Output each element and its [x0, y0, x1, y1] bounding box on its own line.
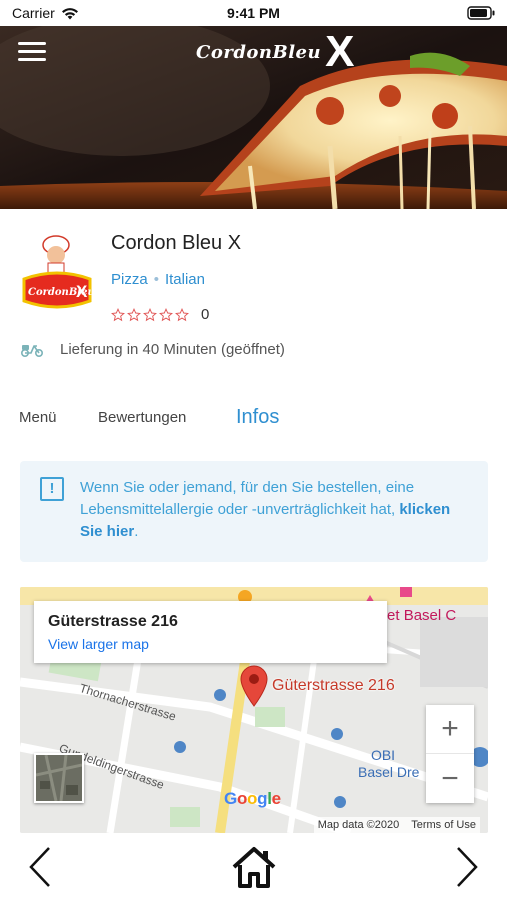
- poi-obi-label: OBI Basel Dre: [358, 747, 419, 781]
- satellite-thumbnail: [36, 755, 82, 801]
- scooter-icon: [20, 345, 44, 358]
- svg-text:X: X: [76, 282, 88, 301]
- zoom-in-button[interactable]: +: [426, 705, 474, 754]
- map-pin-label: Güterstrasse 216: [272, 677, 395, 694]
- map-info-card: Güterstrasse 216 View larger map: [34, 601, 387, 663]
- view-larger-map-link[interactable]: View larger map: [48, 636, 373, 652]
- rating-stars: [111, 307, 189, 322]
- terms-of-use-link[interactable]: Terms of Use: [411, 819, 476, 831]
- tab-reviews[interactable]: Bewertungen: [98, 409, 186, 426]
- allergy-suffix: .: [134, 523, 139, 540]
- star-icon: [111, 307, 125, 321]
- hero-banner: CordonBleu X: [0, 26, 507, 209]
- allergy-text: Wenn Sie oder jemand, für den Sie bestel…: [80, 479, 415, 518]
- home-icon: [232, 847, 275, 888]
- rating-count: 0: [201, 306, 210, 323]
- map-card-address: Güterstrasse 216: [48, 613, 178, 630]
- map-pin-icon[interactable]: [239, 665, 269, 707]
- star-icon: [143, 307, 157, 321]
- map-footer: Map data ©2020 Terms of Use: [313, 817, 480, 833]
- google-logo: Google: [224, 789, 281, 808]
- category-pizza[interactable]: Pizza: [111, 271, 148, 288]
- carrier-label: Carrier: [12, 5, 55, 21]
- wifi-icon: [61, 7, 78, 19]
- chevron-left-icon: [29, 847, 50, 887]
- status-bar: Carrier 9:41 PM: [0, 0, 507, 26]
- restaurant-info-card: CordonBleu X Cordon Bleu X Pizza • Italian…: [0, 209, 507, 441]
- poi-obi-line-2: Basel Dre: [358, 764, 420, 780]
- tab-bar: Menü Bewertungen Infos: [0, 395, 507, 439]
- hamburger-menu-button[interactable]: [18, 42, 46, 64]
- category-italian[interactable]: Italian: [165, 271, 205, 288]
- delivery-text: Lieferung in 40 Minuten (geöffnet): [60, 340, 285, 358]
- location-map[interactable]: udget Basel C Thornacherstrasse Gundeldi…: [20, 587, 488, 833]
- infos-content: ! Wenn Sie oder jemand, für den Sie best…: [0, 441, 507, 834]
- back-button[interactable]: [0, 837, 80, 897]
- carrier-group: Carrier: [12, 5, 79, 21]
- star-icon: [127, 307, 141, 321]
- allergy-notice: ! Wenn Sie oder jemand, für den Sie best…: [20, 461, 488, 562]
- delivery-info: Lieferung in 40 Minuten (geöffnet): [20, 340, 285, 358]
- battery-icon: [467, 6, 495, 20]
- star-icon: [175, 307, 189, 321]
- forward-button[interactable]: [427, 837, 507, 897]
- brand-logo-text: CordonBleu: [196, 41, 322, 63]
- home-button[interactable]: [214, 837, 294, 897]
- rating: 0: [111, 306, 209, 323]
- map-zoom-controls: + −: [426, 705, 474, 803]
- tab-menu[interactable]: Menü: [19, 409, 57, 426]
- restaurant-logo: CordonBleu X: [22, 235, 95, 309]
- bottom-nav-bar: [0, 834, 507, 900]
- restaurant-categories: Pizza • Italian: [111, 271, 205, 288]
- map-data-label: Map data ©2020: [317, 819, 400, 831]
- restaurant-name: Cordon Bleu X: [111, 232, 242, 254]
- brand-logo: CordonBleu X: [196, 27, 355, 76]
- brand-logo-x: X: [325, 27, 355, 76]
- tab-infos[interactable]: Infos: [236, 406, 279, 429]
- zoom-out-button[interactable]: −: [426, 754, 474, 803]
- satellite-toggle-button[interactable]: [34, 753, 84, 803]
- info-icon: !: [40, 477, 64, 501]
- star-icon: [159, 307, 173, 321]
- poi-obi-line-1: OBI: [370, 747, 396, 763]
- chevron-right-icon: [457, 847, 478, 887]
